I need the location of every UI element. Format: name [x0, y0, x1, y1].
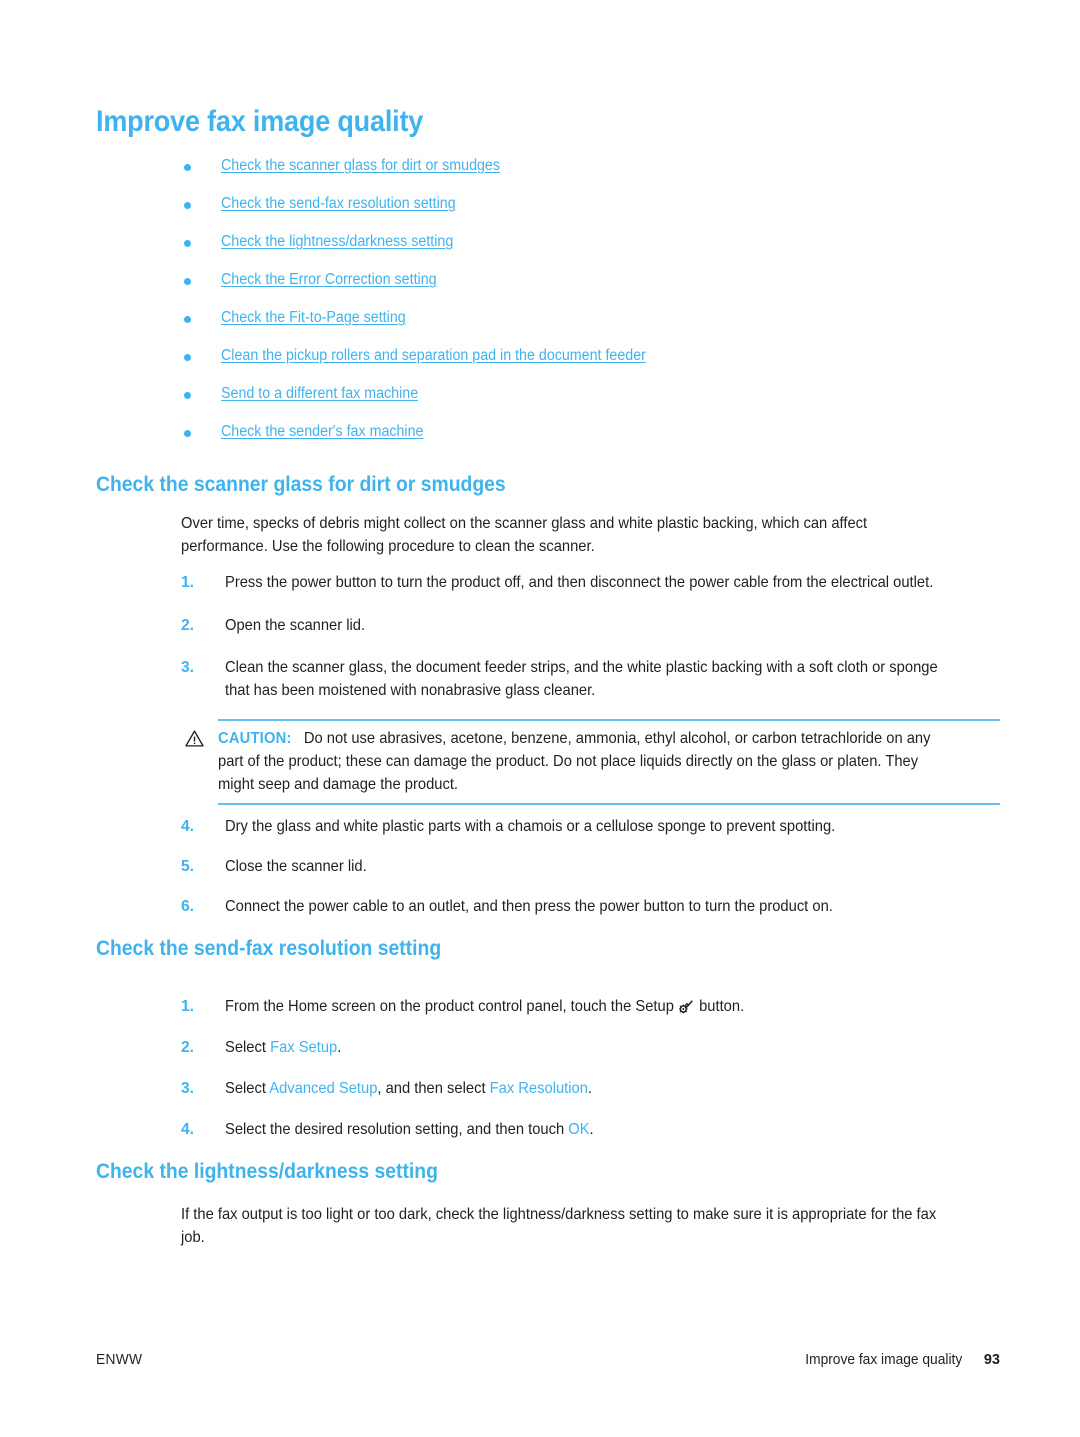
setup-wrench-gear-icon	[679, 999, 694, 1014]
section-link[interactable]: Send to a different fax machine	[221, 384, 418, 404]
list-item: 5. Close the scanner lid.	[181, 855, 1001, 878]
footer-locale-label: ENWW	[96, 1352, 143, 1368]
section-link[interactable]: Check the sender's fax machine	[221, 422, 423, 442]
step-number: 1.	[181, 998, 195, 1015]
list-item: 4. Dry the glass and white plastic parts…	[181, 815, 1001, 838]
section-link[interactable]: Check the lightness/darkness setting	[221, 232, 453, 252]
section-link[interactable]: Check the scanner glass for dirt or smud…	[221, 156, 500, 176]
send-fax-resolution-steps: 1. From the Home screen on the product c…	[181, 995, 1001, 1141]
step-text-suffix: .	[337, 1039, 342, 1056]
warning-triangle-icon	[185, 730, 204, 747]
ui-term-advanced-setup: Advanced Setup	[269, 1080, 378, 1097]
step-text: Select Fax Setup.	[225, 1036, 958, 1059]
step-text: Open the scanner lid.	[225, 617, 366, 634]
ui-term-fax-resolution: Fax Resolution	[489, 1080, 588, 1097]
step-number: 2.	[181, 617, 195, 634]
step-text: Press the power button to turn the produ…	[225, 574, 934, 591]
scanner-glass-steps-1-3: 1. Press the power button to turn the pr…	[181, 571, 1001, 702]
step-text-prefix: Select	[225, 1039, 271, 1056]
bullet-icon	[184, 278, 191, 285]
step-text-middle: , and then select	[377, 1080, 490, 1097]
bullet-icon	[184, 164, 191, 171]
footer-chapter-title: Improve fax image quality	[804, 1352, 962, 1368]
list-item[interactable]: Check the scanner glass for dirt or smud…	[181, 156, 1011, 194]
bullet-icon	[184, 240, 191, 247]
step-text-prefix: Select the desired resolution setting, a…	[225, 1121, 569, 1138]
scanner-glass-intro-paragraph: Over time, specks of debris might collec…	[181, 512, 999, 558]
section-link[interactable]: Check the Error Correction setting	[221, 270, 437, 290]
step-text-suffix: .	[589, 1121, 594, 1138]
paragraph-text: Over time, specks of debris might collec…	[181, 515, 868, 555]
list-item: 3. Select Advanced Setup, and then selec…	[181, 1077, 1001, 1100]
step-text-prefix: Select	[225, 1080, 270, 1097]
step-number: 2.	[181, 1039, 195, 1056]
step-text: Clean the scanner glass, the document fe…	[225, 659, 938, 699]
page-footer: ENWW Improve fax image quality 93	[96, 1349, 1000, 1371]
step-number: 3.	[181, 1080, 195, 1097]
step-number: 5.	[181, 858, 195, 875]
section-link[interactable]: Check the send-fax resolution setting	[221, 194, 456, 214]
ui-term-ok: OK	[568, 1121, 590, 1138]
bullet-icon	[184, 316, 191, 323]
step-text: Close the scanner lid.	[225, 858, 367, 875]
document-page: Improve fax image quality Check the scan…	[0, 0, 1080, 1437]
section-link-list: Check the scanner glass for dirt or smud…	[181, 156, 1011, 460]
ui-term-fax-setup: Fax Setup	[270, 1039, 338, 1056]
step-text-prefix: From the Home screen on the product cont…	[225, 998, 678, 1015]
step-number: 4.	[181, 1121, 195, 1138]
list-item: 2. Select Fax Setup.	[181, 1036, 1001, 1059]
step-text: Connect the power cable to an outlet, an…	[225, 898, 833, 915]
caution-bottom-rule	[218, 803, 1000, 805]
list-item: 2. Open the scanner lid.	[181, 614, 1001, 637]
list-item[interactable]: Check the send-fax resolution setting	[181, 194, 1011, 232]
caution-note: CAUTION: Do not use abrasives, acetone, b…	[181, 719, 1000, 805]
list-item[interactable]: Clean the pickup rollers and separation …	[181, 346, 1011, 384]
section-link[interactable]: Check the Fit-to-Page setting	[221, 308, 406, 328]
step-number: 4.	[181, 818, 195, 835]
bullet-icon	[184, 202, 191, 209]
lightness-darkness-paragraph: If the fax output is too light or too da…	[181, 1203, 999, 1249]
list-item: 6. Connect the power cable to an outlet,…	[181, 895, 1001, 918]
section-link[interactable]: Clean the pickup rollers and separation …	[221, 346, 646, 366]
list-item: 1. From the Home screen on the product c…	[181, 995, 1001, 1018]
bullet-icon	[184, 392, 191, 399]
paragraph-text: If the fax output is too light or too da…	[181, 1206, 937, 1246]
step-text-suffix: button.	[695, 998, 745, 1015]
caution-body-text: Do not use abrasives, acetone, benzene, …	[218, 730, 931, 793]
list-item[interactable]: Check the Fit-to-Page setting	[181, 308, 1011, 346]
step-number: 3.	[181, 659, 195, 676]
caution-label: CAUTION:	[218, 730, 292, 747]
page-title: Improve fax image quality	[96, 105, 424, 138]
step-text: Select Advanced Setup, and then select F…	[225, 1077, 958, 1100]
list-item: 4. Select the desired resolution setting…	[181, 1118, 1001, 1141]
step-number: 6.	[181, 898, 195, 915]
caution-text-block: CAUTION: Do not use abrasives, acetone, b…	[181, 727, 1000, 796]
list-item: 3. Clean the scanner glass, the document…	[181, 656, 1001, 702]
step-text: From the Home screen on the product cont…	[225, 995, 958, 1018]
bullet-icon	[184, 430, 191, 437]
step-text: Select the desired resolution setting, a…	[225, 1118, 958, 1141]
list-item[interactable]: Send to a different fax machine	[181, 384, 1011, 422]
list-item[interactable]: Check the sender's fax machine	[181, 422, 1011, 460]
list-item[interactable]: Check the Error Correction setting	[181, 270, 1011, 308]
footer-page-number: 93	[983, 1352, 1000, 1368]
section-heading-lightness-darkness: Check the lightness/darkness setting	[96, 1159, 438, 1183]
bullet-icon	[184, 354, 191, 361]
scanner-glass-steps-4-6: 4. Dry the glass and white plastic parts…	[181, 815, 1001, 918]
list-item[interactable]: Check the lightness/darkness setting	[181, 232, 1011, 270]
step-text: Dry the glass and white plastic parts wi…	[225, 818, 836, 835]
footer-right-group: Improve fax image quality 93	[797, 1349, 1000, 1371]
section-heading-send-fax-resolution: Check the send-fax resolution setting	[96, 936, 442, 960]
section-heading-scanner-glass: Check the scanner glass for dirt or smud…	[96, 472, 506, 496]
step-text-suffix: .	[587, 1080, 593, 1097]
list-item: 1. Press the power button to turn the pr…	[181, 571, 1001, 594]
step-number: 1.	[181, 574, 195, 591]
